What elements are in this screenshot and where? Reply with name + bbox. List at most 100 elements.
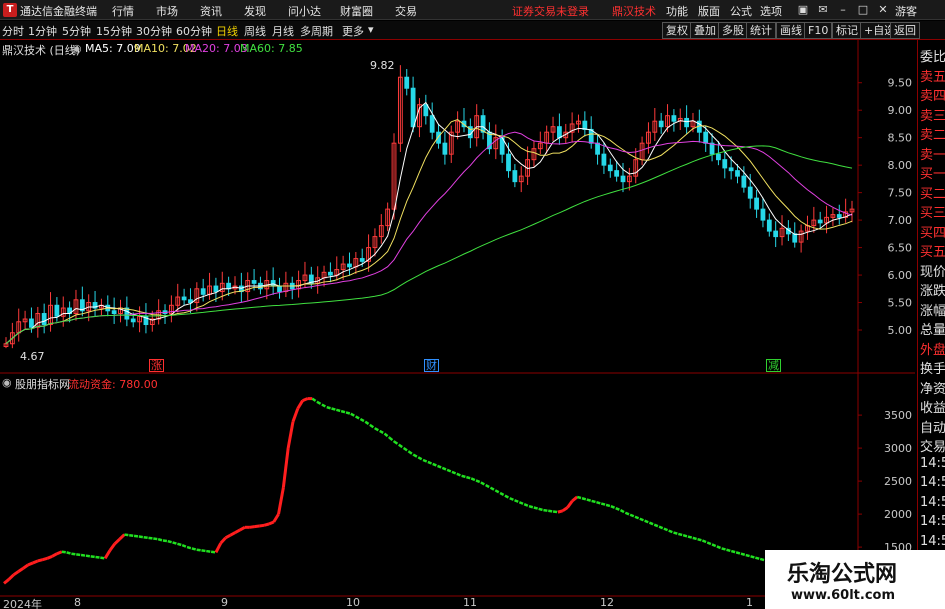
candle-body bbox=[582, 120, 588, 130]
y-tick-label: 2500 bbox=[884, 475, 912, 488]
y-tick-label: 6.00 bbox=[888, 269, 913, 282]
fund-flow-segment bbox=[533, 506, 539, 511]
x-tick-label: 10 bbox=[346, 596, 360, 609]
fund-flow-segment bbox=[461, 474, 467, 479]
candle-body bbox=[41, 313, 47, 326]
fund-flow-segment bbox=[735, 551, 742, 555]
indicator-value: 流动资金: 780.00 bbox=[68, 378, 158, 391]
fund-flow-segment bbox=[214, 542, 223, 554]
fund-flow-segment bbox=[566, 500, 574, 509]
event-marker-cai[interactable]: 财 bbox=[424, 359, 439, 372]
event-marker-jian[interactable]: 减 bbox=[766, 359, 781, 372]
fund-flow-segment bbox=[37, 558, 43, 563]
fund-flow-segment bbox=[610, 505, 617, 510]
fund-flow-segment bbox=[219, 536, 227, 545]
fund-flow-segment bbox=[499, 491, 506, 497]
fund-flow-segment bbox=[509, 497, 516, 502]
quote-sidebar[interactable]: 委比 卖五 卖四 卖三 卖二 卖一 买一 买二 买三 买四 买五 现价 涨跌 涨幅 总量 外盘 换手 净资 收益 自动… bbox=[917, 40, 945, 609]
low-price-label: 4.67 bbox=[20, 350, 45, 363]
kline-chart-canvas[interactable]: 5.00 5.50 6.00 6.50 7.00 7.50 8.00 8.50 9.00 9.50… bbox=[0, 0, 945, 609]
sidebar-item-20: 交易 bbox=[920, 440, 945, 455]
candle-body bbox=[747, 186, 753, 199]
candle-body bbox=[766, 219, 772, 232]
sidebar-item-24: 14:56 bbox=[920, 514, 945, 529]
stock-period-label: 鼎汉技术 (日线) bbox=[2, 44, 81, 57]
candle-body bbox=[728, 167, 734, 172]
candle-body bbox=[817, 219, 823, 224]
fund-flow-segment bbox=[451, 470, 458, 475]
fund-flow-segment bbox=[485, 483, 492, 489]
candle-body bbox=[423, 104, 429, 117]
fund-flow-segment bbox=[133, 534, 140, 538]
event-marker-zhang[interactable]: 涨 bbox=[149, 359, 164, 372]
indicator-name[interactable]: 股朋指标网 bbox=[15, 376, 70, 392]
fund-flow-segment bbox=[143, 535, 149, 540]
fund-flow-segment bbox=[3, 578, 10, 585]
y-tick-label: 7.00 bbox=[888, 214, 913, 227]
watermark-title: 乐淘公式网 bbox=[787, 561, 898, 587]
fund-flow-segment bbox=[432, 462, 438, 468]
fund-flow-segment bbox=[191, 547, 197, 551]
fund-flow-segment bbox=[51, 552, 58, 558]
fund-flow-segment bbox=[12, 570, 20, 577]
sidebar-item-4: 卖二 bbox=[920, 128, 945, 143]
fund-flow-segment bbox=[229, 531, 236, 537]
fund-flow-segment bbox=[417, 456, 424, 462]
fund-flow-segment bbox=[571, 495, 579, 503]
fund-flow-segment bbox=[441, 466, 448, 472]
fund-flow-segment bbox=[364, 420, 371, 427]
fund-flow-segment bbox=[90, 555, 96, 559]
fund-flow-segment bbox=[576, 495, 583, 500]
fund-flow-segment bbox=[673, 531, 679, 536]
fund-flow-segment bbox=[494, 489, 501, 495]
fund-flow-segment bbox=[76, 553, 82, 557]
fund-flow-segment bbox=[466, 475, 472, 480]
fund-flow-segment bbox=[239, 525, 246, 532]
fund-flow-segment bbox=[634, 515, 641, 520]
high-price-label: 9.82 bbox=[370, 59, 395, 72]
y-tick-label: 9.50 bbox=[888, 77, 913, 90]
candle-body bbox=[741, 175, 747, 188]
fund-flow-segment bbox=[71, 552, 77, 556]
fund-flow-segment bbox=[489, 486, 496, 492]
fund-flow-segment bbox=[201, 549, 207, 553]
settings-circle-icon[interactable]: ◉ bbox=[72, 42, 82, 55]
fund-flow-segment bbox=[291, 407, 300, 423]
fund-flow-segment bbox=[316, 400, 323, 406]
fund-flow-segment bbox=[321, 403, 328, 409]
fund-flow-segment bbox=[153, 537, 159, 541]
fund-flow-segment bbox=[172, 541, 178, 546]
fund-flow-segment bbox=[706, 541, 713, 546]
fund-flow-segment bbox=[687, 535, 694, 540]
candle-body bbox=[29, 318, 34, 328]
candle-body bbox=[773, 230, 779, 238]
fund-flow-segment bbox=[591, 499, 597, 504]
fund-flow-segment bbox=[124, 533, 130, 537]
x-tick-label: 11 bbox=[463, 596, 477, 609]
settings-circle-icon[interactable]: ◉ bbox=[2, 376, 12, 389]
sidebar-item-18: 收益 bbox=[920, 401, 945, 416]
sidebar-item-21: 14:56 bbox=[920, 455, 945, 471]
y-tick-label: 3500 bbox=[884, 409, 912, 422]
fund-flow-segment bbox=[755, 556, 761, 561]
fund-flow-segment bbox=[480, 481, 487, 487]
fund-flow-segment bbox=[85, 554, 91, 558]
fund-flow-segment bbox=[138, 535, 144, 539]
sidebar-item-8: 买三 bbox=[920, 206, 945, 221]
fund-flow-segment bbox=[56, 550, 63, 556]
y-tick-label: 9.00 bbox=[888, 104, 913, 117]
fund-flow-segment bbox=[692, 536, 698, 541]
sidebar-item-13: 涨幅 bbox=[920, 303, 945, 319]
y-tick-label: 6.50 bbox=[888, 242, 913, 255]
candle-body bbox=[595, 142, 600, 155]
main-chart-infobar: 鼎汉技术 (日线) ◉ MA5: 7.09 MA10: 7.02 MA20: 7… bbox=[0, 40, 915, 57]
candle-body bbox=[328, 271, 333, 276]
x-tick-label: 9 bbox=[221, 596, 228, 609]
x-tick-label: 2024年 bbox=[3, 598, 42, 609]
fund-flow-segment bbox=[403, 447, 410, 453]
candle-body bbox=[754, 197, 759, 210]
fund-flow-segment bbox=[383, 432, 391, 439]
watermark-url: www.60lt.com bbox=[791, 588, 896, 603]
fund-flow-segment bbox=[504, 494, 511, 500]
sidebar-item-16: 换手 bbox=[920, 362, 945, 377]
